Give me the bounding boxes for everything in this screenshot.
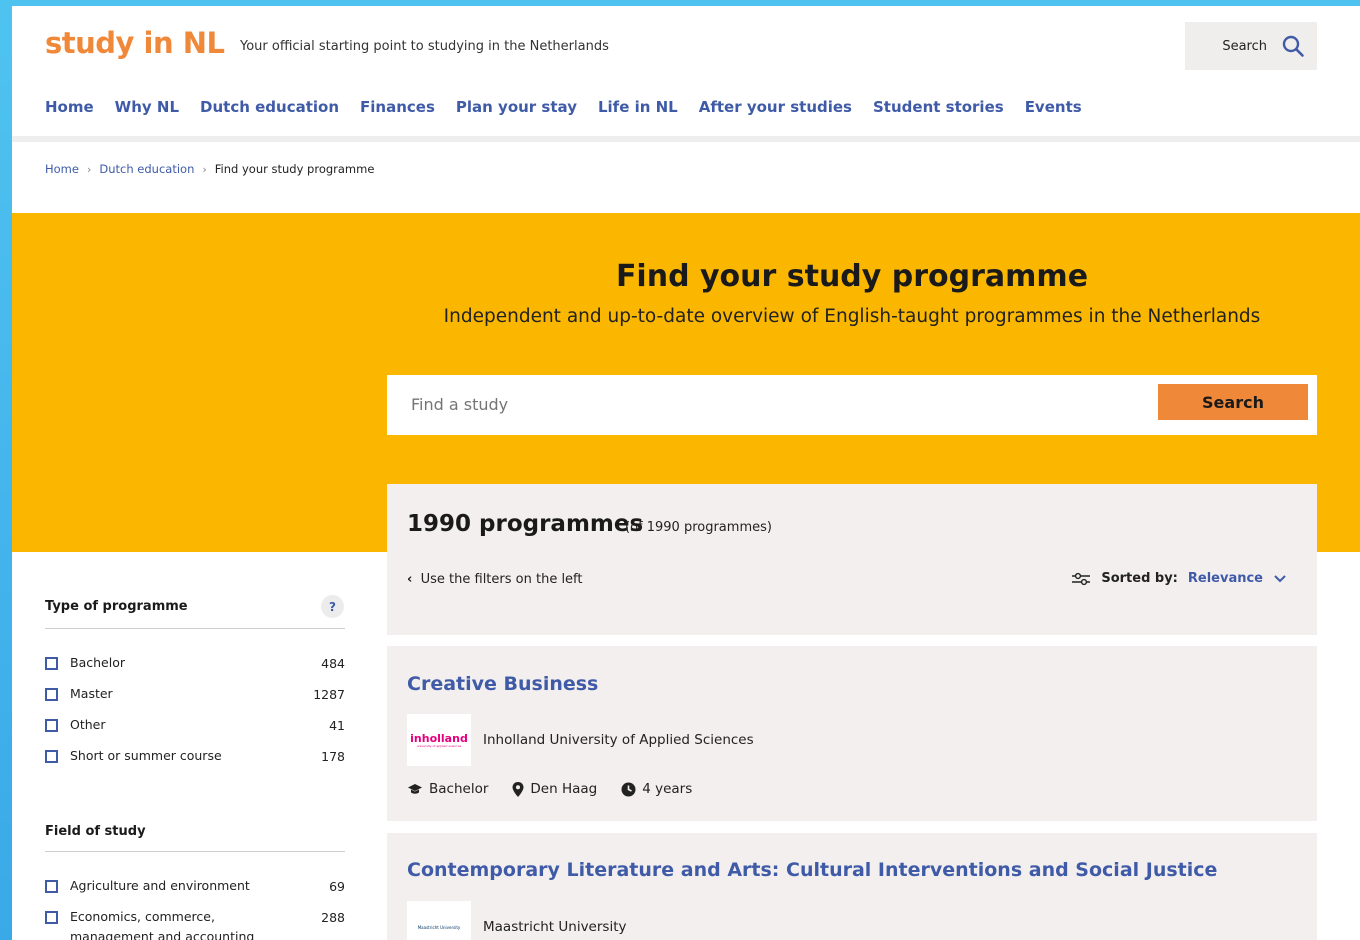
map-pin-icon bbox=[512, 781, 524, 797]
filter-option-bachelor[interactable]: Bachelor 484 bbox=[45, 655, 345, 673]
sort-value[interactable]: Relevance bbox=[1188, 571, 1263, 586]
university-logo: inholland university of applied sciences bbox=[407, 714, 471, 766]
results-header: 1990 programmes (of 1990 programmes) ‹ U… bbox=[387, 484, 1317, 635]
help-icon[interactable]: ? bbox=[321, 595, 344, 618]
university-logo-text: inholland bbox=[410, 731, 468, 745]
filter-option-label: Agriculture and environment bbox=[70, 878, 250, 893]
page: study in NL Your official starting point… bbox=[12, 6, 1360, 940]
filter-field-title: Field of study bbox=[45, 824, 146, 839]
clock-icon bbox=[621, 782, 636, 796]
header-search-label: Search bbox=[1222, 38, 1267, 54]
sort-label: Sorted by: bbox=[1101, 571, 1178, 586]
programme-card[interactable]: Creative Business inholland university o… bbox=[387, 646, 1317, 821]
study-search-input[interactable] bbox=[411, 395, 1111, 414]
study-search-button[interactable]: Search bbox=[1158, 384, 1308, 420]
university-name: Inholland University of Applied Sciences bbox=[483, 732, 754, 748]
programme-type: Bachelor bbox=[407, 781, 488, 797]
site-logo[interactable]: study in NL bbox=[45, 26, 225, 60]
study-search-bar: Search bbox=[387, 375, 1317, 435]
filter-option-count: 178 bbox=[321, 749, 345, 764]
filter-option-label: Bachelor bbox=[70, 655, 125, 670]
checkbox[interactable] bbox=[45, 688, 58, 701]
filter-option-label: Master bbox=[70, 686, 113, 701]
programme-duration-label: 4 years bbox=[642, 781, 693, 797]
filter-option-label: Economics, commerce, management and acco… bbox=[70, 909, 255, 940]
checkbox[interactable] bbox=[45, 911, 58, 924]
chevron-left-icon: ‹ bbox=[407, 572, 413, 587]
filter-divider bbox=[45, 851, 345, 852]
use-filters-link[interactable]: ‹ Use the filters on the left bbox=[407, 572, 583, 587]
filter-option-economics[interactable]: Economics, commerce, management and acco… bbox=[45, 909, 345, 940]
page-title: Find your study programme bbox=[615, 259, 1089, 294]
checkbox[interactable] bbox=[45, 719, 58, 732]
sliders-icon bbox=[1072, 572, 1091, 585]
site-tagline: Your official starting point to studying… bbox=[240, 39, 609, 54]
chevron-down-icon[interactable] bbox=[1273, 574, 1287, 584]
filter-option-master[interactable]: Master 1287 bbox=[45, 686, 345, 704]
filter-option-count: 1287 bbox=[313, 687, 345, 702]
site-header: study in NL Your official starting point… bbox=[12, 6, 1360, 141]
filter-option-other[interactable]: Other 41 bbox=[45, 717, 345, 735]
search-icon bbox=[1282, 35, 1304, 57]
filter-option-label: Short or summer course bbox=[70, 748, 222, 763]
chevron-right-icon: › bbox=[86, 162, 92, 176]
filter-option-count: 484 bbox=[321, 656, 345, 671]
checkbox[interactable] bbox=[45, 657, 58, 670]
university-name: Maastricht University bbox=[483, 919, 627, 935]
filter-type-title: Type of programme bbox=[45, 599, 188, 614]
sort-control[interactable]: Sorted by: Relevance bbox=[1071, 571, 1287, 586]
programme-title[interactable]: Creative Business bbox=[407, 673, 598, 695]
filter-divider bbox=[45, 628, 345, 629]
header-divider bbox=[12, 136, 1360, 142]
programme-meta: Bachelor Den Haag 4 years bbox=[407, 781, 692, 797]
results-count-note: (of 1990 programmes) bbox=[625, 520, 772, 535]
use-filters-label: Use the filters on the left bbox=[420, 572, 583, 587]
filter-option-agriculture[interactable]: Agriculture and environment 69 bbox=[45, 878, 345, 896]
filter-option-short-course[interactable]: Short or summer course 178 bbox=[45, 748, 345, 766]
programme-type-label: Bachelor bbox=[429, 781, 489, 797]
results-count: 1990 programmes bbox=[407, 511, 644, 537]
chevron-right-icon: › bbox=[202, 162, 207, 176]
filter-option-count: 69 bbox=[329, 879, 345, 894]
filter-option-label: Other bbox=[70, 717, 106, 732]
breadcrumb: Home › Dutch education › Find your study… bbox=[45, 162, 374, 176]
filter-option-count: 288 bbox=[321, 910, 345, 925]
programme-duration: 4 years bbox=[621, 781, 692, 797]
programme-location-label: Den Haag bbox=[530, 781, 598, 797]
breadcrumb-dutch-education[interactable]: Dutch education bbox=[99, 162, 194, 176]
checkbox[interactable] bbox=[45, 750, 58, 763]
breadcrumb-home[interactable]: Home bbox=[45, 162, 79, 176]
programme-title[interactable]: Contemporary Literature and Arts: Cultur… bbox=[407, 859, 1217, 881]
university-logo-subtext: university of applied sciences bbox=[416, 743, 462, 748]
graduation-cap-icon bbox=[408, 784, 422, 794]
page-subtitle: Independent and up-to-date overview of E… bbox=[443, 306, 1261, 327]
programme-location: Den Haag bbox=[512, 781, 597, 797]
filter-option-count: 41 bbox=[329, 718, 345, 733]
header-search-button[interactable]: Search bbox=[1185, 22, 1317, 70]
breadcrumb-current: Find your study programme bbox=[214, 162, 375, 176]
checkbox[interactable] bbox=[45, 880, 58, 893]
university-logo-text: Maastricht University bbox=[417, 924, 461, 930]
programme-card[interactable]: Contemporary Literature and Arts: Cultur… bbox=[387, 833, 1317, 940]
university-logo: Maastricht University bbox=[407, 901, 471, 940]
